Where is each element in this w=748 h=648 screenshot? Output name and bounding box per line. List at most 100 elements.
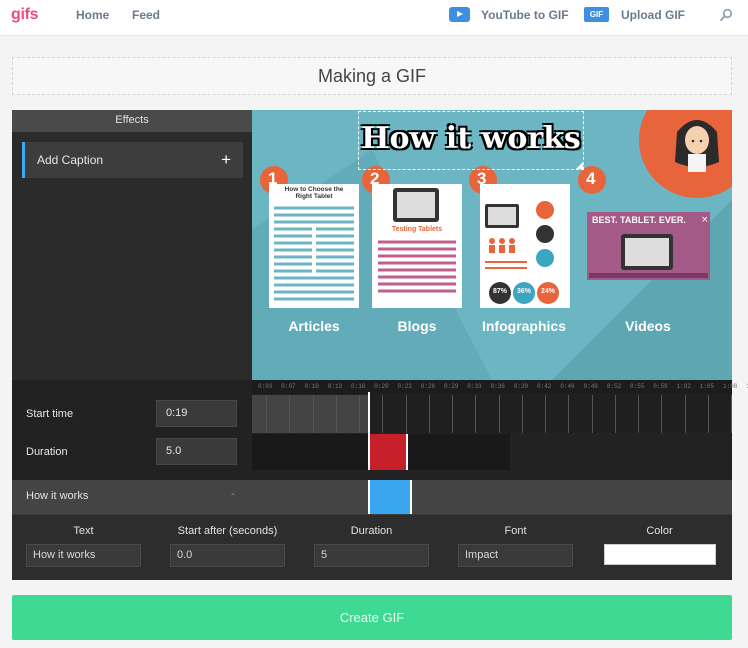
add-caption-label: Add Caption — [37, 153, 104, 167]
stat-36: 36% — [516, 288, 531, 295]
timeline-tick: 0:52 — [606, 383, 622, 390]
caption-duration-label: Duration — [350, 525, 393, 537]
timeline-tick: 0:59 — [653, 383, 668, 390]
nav-link-feed[interactable]: Feed — [132, 8, 160, 22]
woman-avatar-icon — [675, 120, 719, 172]
nav-link-upload-gif[interactable]: Upload GIF — [621, 8, 685, 22]
timeline-grid-line — [521, 395, 523, 433]
start-after-input[interactable]: 0.0 — [170, 544, 285, 567]
timeline-tick: 1:02 — [676, 383, 691, 390]
timeline-grid-line — [475, 395, 477, 433]
video-close-icon: × — [701, 215, 709, 225]
clip-selection[interactable] — [368, 434, 408, 470]
caption-layer-row[interactable]: How it works - — [12, 480, 732, 514]
top-nav: gifs Home Feed YouTube to GIF GIF Upload… — [0, 0, 748, 36]
blogs-heading: Testing Tablets — [391, 226, 443, 233]
timeline-tick: 0:36 — [490, 383, 505, 390]
timeline-grid-line — [312, 395, 314, 433]
timeline-track[interactable] — [252, 395, 732, 433]
timeline-tick: 1:05 — [699, 383, 715, 390]
caption-clip[interactable] — [368, 480, 412, 514]
caption-duration-input[interactable]: 5 — [314, 544, 429, 567]
timeline-grid-line — [428, 395, 430, 433]
plus-icon[interactable]: + — [221, 142, 231, 178]
timeline-tick: 0:33 — [467, 383, 482, 390]
timeline-tick: 0:20 — [374, 383, 389, 390]
timeline-area: Start time 0:19 Duration 5.0 0:03 0:07 0:1… — [12, 380, 748, 480]
step-1-number: 1 — [268, 169, 278, 188]
page-title[interactable]: Making a GIF — [12, 57, 732, 95]
caption-layer-name: How it works — [26, 490, 89, 502]
caption-resize-handle[interactable] — [576, 162, 583, 169]
articles-page-graphic — [269, 184, 359, 308]
playhead[interactable] — [368, 392, 370, 434]
caption-overlay[interactable]: How it works — [358, 111, 584, 170]
timeline-grid-line — [661, 395, 663, 433]
duration-label: Duration — [26, 446, 68, 458]
timeline-grid-line — [289, 395, 291, 433]
nav-link-home[interactable]: Home — [76, 8, 109, 22]
logo[interactable]: gifs — [11, 6, 39, 24]
color-picker[interactable] — [604, 544, 716, 565]
add-caption-button[interactable]: Add Caption + — [22, 142, 243, 178]
label-articles: Articles — [288, 318, 340, 334]
caption-text-input[interactable]: How it works — [26, 544, 141, 567]
timeline-grid-line — [335, 395, 337, 433]
timeline-ruler[interactable]: 0:03 0:07 0:10 0:13 0:16 0:20 0:23 0:26 0:29 0:33… — [252, 380, 748, 394]
text-label: Text — [73, 525, 94, 537]
videos-heading: BEST. TABLET. EVER. — [592, 215, 686, 225]
articles-heading: How to Choose the Right Tablet — [284, 186, 344, 200]
stat-24: 24% — [540, 288, 555, 295]
timeline-grid-line — [452, 395, 453, 433]
label-videos: Videos — [625, 318, 671, 334]
timeline-grid-line — [638, 395, 639, 433]
timeline-tick: 0:03 — [258, 383, 273, 390]
timeline-grid-line — [614, 395, 616, 433]
youtube-play-icon[interactable] — [449, 7, 470, 22]
effects-header: Effects — [12, 110, 252, 132]
font-select[interactable]: Impact — [458, 544, 573, 567]
timeline-grid-line — [731, 395, 732, 433]
timeline-tick: 0:49 — [583, 383, 598, 390]
timeline-tick: 0:13 — [327, 383, 343, 390]
timeline-tick: 0:23 — [397, 383, 412, 390]
step-2-number: 2 — [370, 169, 380, 188]
effects-panel: Add Caption + — [12, 132, 252, 380]
timeline-tick: 0:55 — [630, 383, 645, 390]
gif-badge-icon[interactable]: GIF — [584, 7, 609, 22]
timeline-grid-line — [359, 395, 360, 433]
timeline-tick: 0:10 — [304, 383, 319, 390]
timeline-tick: 0:46 — [560, 383, 575, 390]
video-preview[interactable]: × 1 2 3 4 How to Choose the Right Tablet… — [252, 110, 732, 380]
nav-link-youtube-to-gif[interactable]: YouTube to GIF — [481, 8, 569, 22]
timeline-grid-line — [707, 395, 709, 433]
search-icon[interactable] — [718, 7, 734, 23]
label-blogs: Blogs — [397, 318, 437, 334]
timeline-grid-line — [405, 395, 407, 433]
start-after-label: Start after (seconds) — [177, 525, 278, 537]
timeline-grid-line — [545, 395, 546, 433]
timeline-grid-line — [591, 395, 593, 433]
timeline-tick: 1:08 — [723, 383, 738, 390]
timeline-tick: 0:26 — [420, 383, 436, 390]
label-infographics: Infographics — [481, 318, 566, 334]
step-4-number: 4 — [586, 169, 596, 188]
start-time-label: Start time — [26, 408, 74, 420]
timeline-tick: 0:16 — [351, 383, 366, 390]
create-gif-button[interactable]: Create GIF — [12, 595, 732, 640]
caption-layer-remove[interactable]: - — [231, 488, 235, 500]
caption-settings: Text How it works Start after (seconds) … — [12, 514, 732, 580]
color-label: Color — [646, 525, 673, 537]
clip-track[interactable] — [252, 434, 510, 470]
timeline-grid-line — [382, 395, 384, 433]
timeline-grid-line — [266, 395, 267, 433]
timeline-played — [252, 395, 368, 433]
start-time-input[interactable]: 0:19 — [156, 400, 237, 427]
font-label: Font — [504, 525, 527, 537]
timeline-tick: 0:07 — [281, 383, 296, 390]
step-3-number: 3 — [477, 169, 487, 188]
stat-87: 87% — [492, 288, 507, 295]
duration-input[interactable]: 5.0 — [156, 438, 237, 465]
timeline-tick: 0:42 — [537, 383, 552, 390]
timeline-tick: 0:29 — [444, 383, 459, 390]
